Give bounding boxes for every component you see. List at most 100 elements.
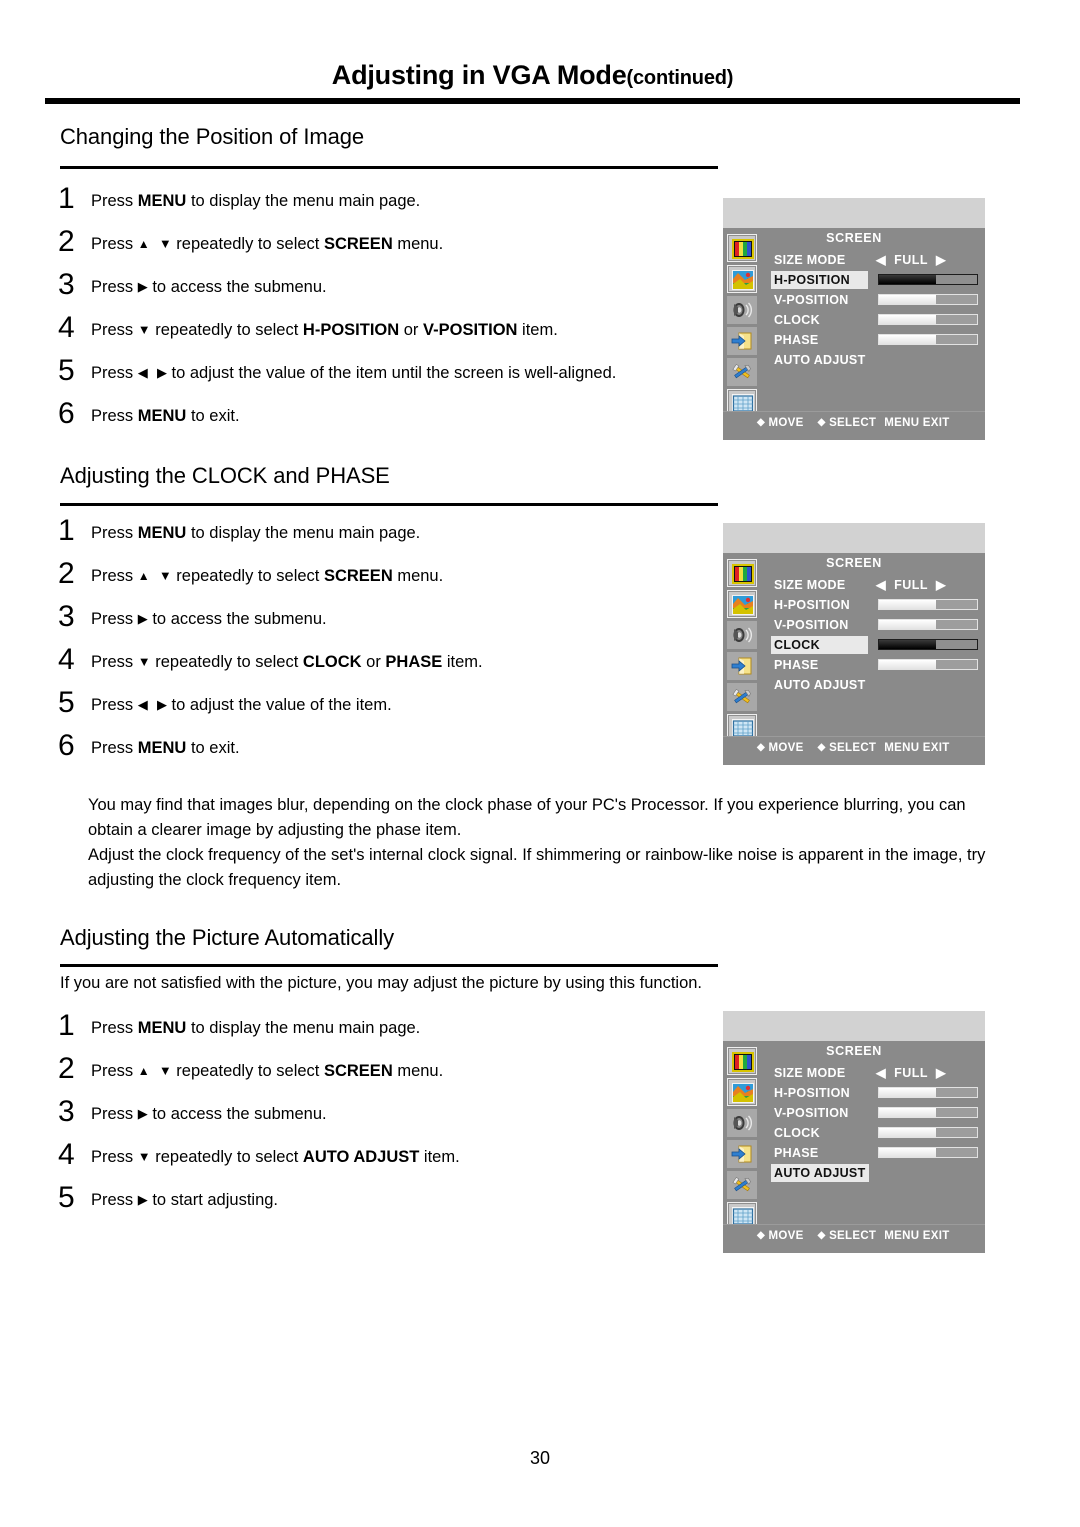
osd-slider[interactable] <box>878 1087 978 1098</box>
osd-row[interactable]: PHASE <box>771 655 981 675</box>
osd-row[interactable]: CLOCK <box>771 310 981 330</box>
osd-row[interactable]: AUTO ADJUST <box>771 675 981 695</box>
osd-row-list: SIZE MODE ◀ FULL ▶ H-POSITION V-POSITION CLO… <box>771 575 981 695</box>
osd-row-label: V-POSITION <box>774 618 849 632</box>
osd-rail-image-photo-icon[interactable] <box>727 1078 757 1106</box>
osd-slider[interactable] <box>878 1107 978 1118</box>
osd-row[interactable]: SIZE MODE ◀ FULL ▶ <box>771 575 981 595</box>
osd-rail-image-photo-icon[interactable] <box>727 265 757 293</box>
osd-row[interactable]: CLOCK <box>771 635 981 655</box>
size-mode-right-arrow-icon[interactable]: ▶ <box>936 578 946 592</box>
osd-rail-speaker-sound-icon[interactable] <box>727 621 757 649</box>
osd-slider[interactable] <box>878 314 978 325</box>
osd-rail-tools-setup-icon[interactable] <box>727 683 757 711</box>
tools-setup-icon <box>731 362 753 382</box>
osd-row[interactable]: SIZE MODE ◀ FULL ▶ <box>771 1063 981 1083</box>
step-text: Press MENU to exit. <box>91 407 240 425</box>
step-number: 1 <box>58 514 75 547</box>
size-mode-left-arrow-icon[interactable]: ◀ <box>876 1066 886 1080</box>
osd-slider[interactable] <box>878 619 978 630</box>
osd-row[interactable]: H-POSITION <box>771 1083 981 1103</box>
osd-row-value: ◀ FULL ▶ <box>876 1063 946 1083</box>
osd-rail-picture-colorbars-icon[interactable] <box>727 1047 757 1075</box>
osd-row[interactable]: H-POSITION <box>771 270 981 290</box>
osd-body: SCREEN SIZE MODE ◀ FULL ▶ H-POSITION V-POSIT… <box>723 553 985 742</box>
osd-footer-hints: ◆ MOVE ◆ SELECT MENU EXIT <box>757 1230 950 1242</box>
osd-row-label: AUTO ADJUST <box>771 1164 869 1182</box>
osd-slider[interactable] <box>878 274 978 285</box>
step-number: 1 <box>58 182 75 215</box>
osd-row[interactable]: AUTO ADJUST <box>771 350 981 370</box>
title-divider <box>45 98 1020 104</box>
osd-slider[interactable] <box>878 659 978 670</box>
osd-body: SCREEN SIZE MODE ◀ FULL ▶ H-POSITION V-POSIT… <box>723 228 985 417</box>
osd-row[interactable]: H-POSITION <box>771 595 981 615</box>
osd-row[interactable]: AUTO ADJUST <box>771 1163 981 1183</box>
osd-slider[interactable] <box>878 294 978 305</box>
arrow-down-icon: ▼ <box>158 568 172 583</box>
size-mode-left-arrow-icon[interactable]: ◀ <box>876 578 886 592</box>
arrow-right-icon: ▶ <box>156 365 167 380</box>
osd-top-bar <box>723 523 985 553</box>
osd-rail-input-source-icon[interactable] <box>727 652 757 680</box>
osd-hint-select: SELECT <box>829 417 877 429</box>
osd-rail-image-photo-icon[interactable] <box>727 590 757 618</box>
image-photo-icon <box>732 270 754 290</box>
osd-slider-fill <box>879 640 936 649</box>
step-text: Press MENU to display the menu main page… <box>91 192 421 210</box>
osd-row[interactable]: SIZE MODE ◀ FULL ▶ <box>771 250 981 270</box>
osd-slider[interactable] <box>878 1147 978 1158</box>
osd-slider-fill <box>879 1148 936 1157</box>
step-number: 5 <box>58 354 75 387</box>
osd-rail-speaker-sound-icon[interactable] <box>727 1109 757 1137</box>
osd-slider[interactable] <box>878 1127 978 1138</box>
osd-top-bar <box>723 198 985 228</box>
step-keyword: MENU <box>137 192 187 210</box>
osd-slider[interactable] <box>878 334 978 345</box>
osd-row[interactable]: V-POSITION <box>771 615 981 635</box>
arrow-down-icon: ▼ <box>158 1063 172 1078</box>
osd-footer-bar: ◆ MOVE ◆ SELECT MENU EXIT <box>723 1224 985 1253</box>
step-keyword: MENU <box>137 739 187 757</box>
osd-top-bar <box>723 1011 985 1041</box>
osd-rail-picture-colorbars-icon[interactable] <box>727 559 757 587</box>
step-number: 3 <box>58 600 75 633</box>
arrow-down-icon: ▼ <box>137 654 151 669</box>
arrow-up-icon: ▲ <box>137 1064 150 1078</box>
osd-rail-picture-colorbars-icon[interactable] <box>727 234 757 262</box>
picture-colorbars-icon <box>732 239 754 259</box>
arrow-right-icon: ▶ <box>137 1106 148 1121</box>
size-mode-right-arrow-icon[interactable]: ▶ <box>936 253 946 267</box>
osd-rail-speaker-sound-icon[interactable] <box>727 296 757 324</box>
step-text: Press MENU to display the menu main page… <box>91 524 421 542</box>
step-keyword: H-POSITION <box>302 321 400 339</box>
step-text: Press ▶ to start adjusting. <box>91 1191 279 1209</box>
osd-rail-tools-setup-icon[interactable] <box>727 358 757 386</box>
osd-row[interactable]: PHASE <box>771 330 981 350</box>
osd-slider-fill <box>879 660 936 669</box>
arrow-left-icon: ◀ <box>137 365 148 380</box>
size-mode-left-arrow-icon[interactable]: ◀ <box>876 253 886 267</box>
step-number: 6 <box>58 397 75 430</box>
osd-slider[interactable] <box>878 639 978 650</box>
osd-rail-input-source-icon[interactable] <box>727 327 757 355</box>
osd-row[interactable]: V-POSITION <box>771 1103 981 1123</box>
size-mode-right-arrow-icon[interactable]: ▶ <box>936 1066 946 1080</box>
step-number: 3 <box>58 1095 75 1128</box>
osd-rail-input-source-icon[interactable] <box>727 1140 757 1168</box>
osd-row-label: AUTO ADJUST <box>774 678 866 692</box>
osd-slider-fill <box>879 1108 936 1117</box>
section-divider-1 <box>60 166 718 169</box>
osd-rail-tools-setup-icon[interactable] <box>727 1171 757 1199</box>
step-number: 1 <box>58 1009 75 1042</box>
osd-row[interactable]: PHASE <box>771 1143 981 1163</box>
osd-slider[interactable] <box>878 599 978 610</box>
arrow-left-icon: ◀ <box>137 697 148 712</box>
select-diamond-icon: ◆ <box>817 417 826 428</box>
osd-row[interactable]: V-POSITION <box>771 290 981 310</box>
speaker-sound-icon <box>731 625 753 645</box>
input-source-icon <box>731 331 753 351</box>
osd-row[interactable]: CLOCK <box>771 1123 981 1143</box>
tools-setup-icon <box>731 687 753 707</box>
osd-screenshot-h-position: SCREEN SIZE MODE ◀ FULL ▶ H-POSITION V-POSIT… <box>723 198 985 440</box>
